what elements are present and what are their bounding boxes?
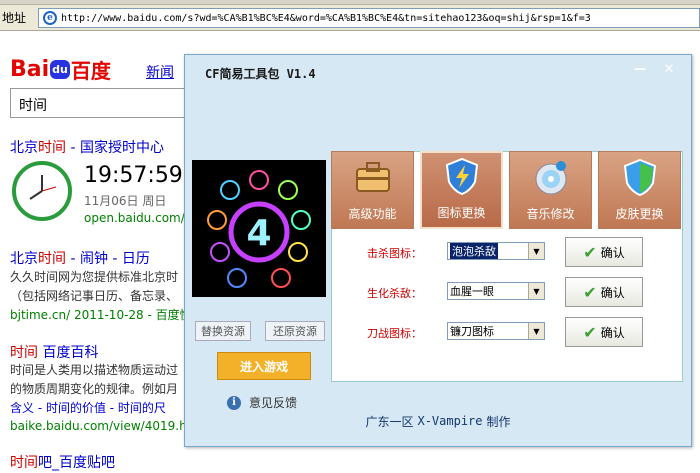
address-bar: 地址 e http://www.baidu.com/s?wd=%CA%B1%BC… (0, 5, 700, 31)
confirm-label: 确认 (600, 325, 625, 340)
restore-resource-button[interactable]: 还原资源 (265, 321, 325, 341)
footer-author: X-Vampire (417, 414, 483, 428)
result-url-2[interactable]: bjtime.cn/ 2011-10-28 - 百度快 (10, 306, 192, 323)
result-url-3[interactable]: baike.baidu.com/view/4019.htm (10, 419, 203, 433)
preview-image: 4 (192, 160, 326, 297)
logo-cn-text: 百度 (70, 59, 111, 83)
news-link[interactable]: 新闻 (146, 62, 174, 82)
tool-title: CF简易工具包 V1.4 (205, 66, 316, 81)
result-links[interactable]: 含义 - 时间的价值 - 时间的尺 (10, 399, 166, 416)
checkmark-icon: ✔ (583, 242, 597, 262)
result-title-2[interactable]: 北京时间 - 闹钟 - 日历 (10, 248, 150, 268)
credits-footer: 广东一区 X-Vampire 制作 (185, 396, 691, 446)
tab-icon-change[interactable]: 图标更换 (420, 151, 503, 229)
result-snippet: 的物质周期变化的规律。例如月 (10, 382, 179, 396)
kill-icon-row: 击杀图标： 泡泡杀敌 ▼ ✔ 确认 (331, 237, 683, 267)
preview-number: 4 (246, 213, 271, 254)
result-snippet: 时间是人类用以描述物质运动过 (10, 363, 179, 377)
kill-icon-select[interactable]: 泡泡杀敌 ▼ (447, 242, 545, 260)
tab-advanced[interactable]: 高级功能 (331, 151, 414, 229)
tab-skin[interactable]: 皮肤更换 (598, 151, 681, 229)
url-text[interactable]: http://www.baidu.com/s?wd=%CA%B1%BC%E4&w… (61, 13, 591, 24)
row-label: 刀战图标： (367, 327, 422, 340)
cf-tool-window: CF简易工具包 V1.4 — ✕ 4 替换资源 还原资源 进入游戏 i 意见反馈 (184, 54, 692, 447)
search-input[interactable]: 时间 (10, 88, 200, 118)
select-value: 血腥一眼 (450, 285, 494, 298)
checkmark-icon: ✔ (583, 322, 597, 342)
row-label: 生化杀敌： (367, 287, 422, 300)
tab-label: 图标更换 (437, 206, 486, 220)
result-title-1[interactable]: 北京时间 - 国家授时中心 (10, 137, 164, 157)
address-input[interactable]: e http://www.baidu.com/s?wd=%CA%B1%BC%E4… (38, 8, 700, 28)
clock-date: 11月06日 周日 (84, 194, 167, 208)
confirm-button[interactable]: ✔ 确认 (565, 237, 643, 267)
ie-icon: e (43, 11, 57, 25)
baidu-logo[interactable]: Bai du 百度 (10, 55, 111, 84)
result-snippet: （包括网络记事日历、备忘录、 (10, 289, 179, 303)
footer-suffix: 制作 (486, 414, 511, 429)
knife-icon-select[interactable]: 镰刀图标 ▼ (447, 322, 545, 340)
clock-icon (12, 161, 72, 221)
tab-label: 高级功能 (348, 207, 397, 221)
minimize-button[interactable]: — (631, 61, 649, 77)
row-label: 击杀图标： (367, 247, 422, 260)
dropdown-arrow-icon[interactable]: ▼ (528, 243, 544, 259)
toolbox-icon (355, 162, 390, 192)
tab-bar: 高级功能 图标更换 音乐修改 皮肤更换 (331, 151, 683, 229)
checkmark-icon: ✔ (583, 282, 597, 302)
replace-resource-button[interactable]: 替换资源 (195, 321, 251, 341)
shield-icon (623, 158, 656, 197)
tab-label: 音乐修改 (526, 207, 575, 221)
close-button[interactable]: ✕ (660, 61, 678, 77)
bio-kill-select[interactable]: 血腥一眼 ▼ (447, 282, 545, 300)
confirm-label: 确认 (600, 245, 625, 260)
select-value: 泡泡杀敌 (450, 243, 498, 259)
confirm-button[interactable]: ✔ 确认 (565, 277, 643, 307)
bio-kill-row: 生化杀敌： 血腥一眼 ▼ ✔ 确认 (331, 277, 683, 307)
tab-label: 皮肤更换 (615, 207, 664, 221)
result-snippet: 久久时间网为您提供标准北京时 (10, 270, 179, 284)
dropdown-arrow-icon[interactable]: ▼ (528, 323, 544, 339)
logo-bai-text: Bai (10, 57, 50, 82)
select-value: 镰刀图标 (450, 325, 494, 338)
result-title-4[interactable]: 时间吧_百度贴吧 (10, 452, 115, 472)
footer-region: 广东一区 (365, 414, 414, 429)
clock-time: 19:57:59 (84, 163, 183, 188)
paw-icon: du (50, 60, 70, 79)
result-title-3[interactable]: 时间 百度百科 (10, 342, 98, 362)
disc-icon (535, 161, 566, 195)
knife-icon-row: 刀战图标： 镰刀图标 ▼ ✔ 确认 (331, 317, 683, 347)
confirm-button[interactable]: ✔ 确认 (565, 317, 643, 347)
tab-music[interactable]: 音乐修改 (509, 151, 592, 229)
address-label: 地址 (2, 11, 27, 25)
shield-lightning-icon (445, 157, 478, 196)
enter-game-button[interactable]: 进入游戏 (217, 352, 311, 380)
dropdown-arrow-icon[interactable]: ▼ (528, 283, 544, 299)
result-url-1[interactable]: open.baidu.com/ (84, 211, 185, 225)
confirm-label: 确认 (600, 285, 625, 300)
